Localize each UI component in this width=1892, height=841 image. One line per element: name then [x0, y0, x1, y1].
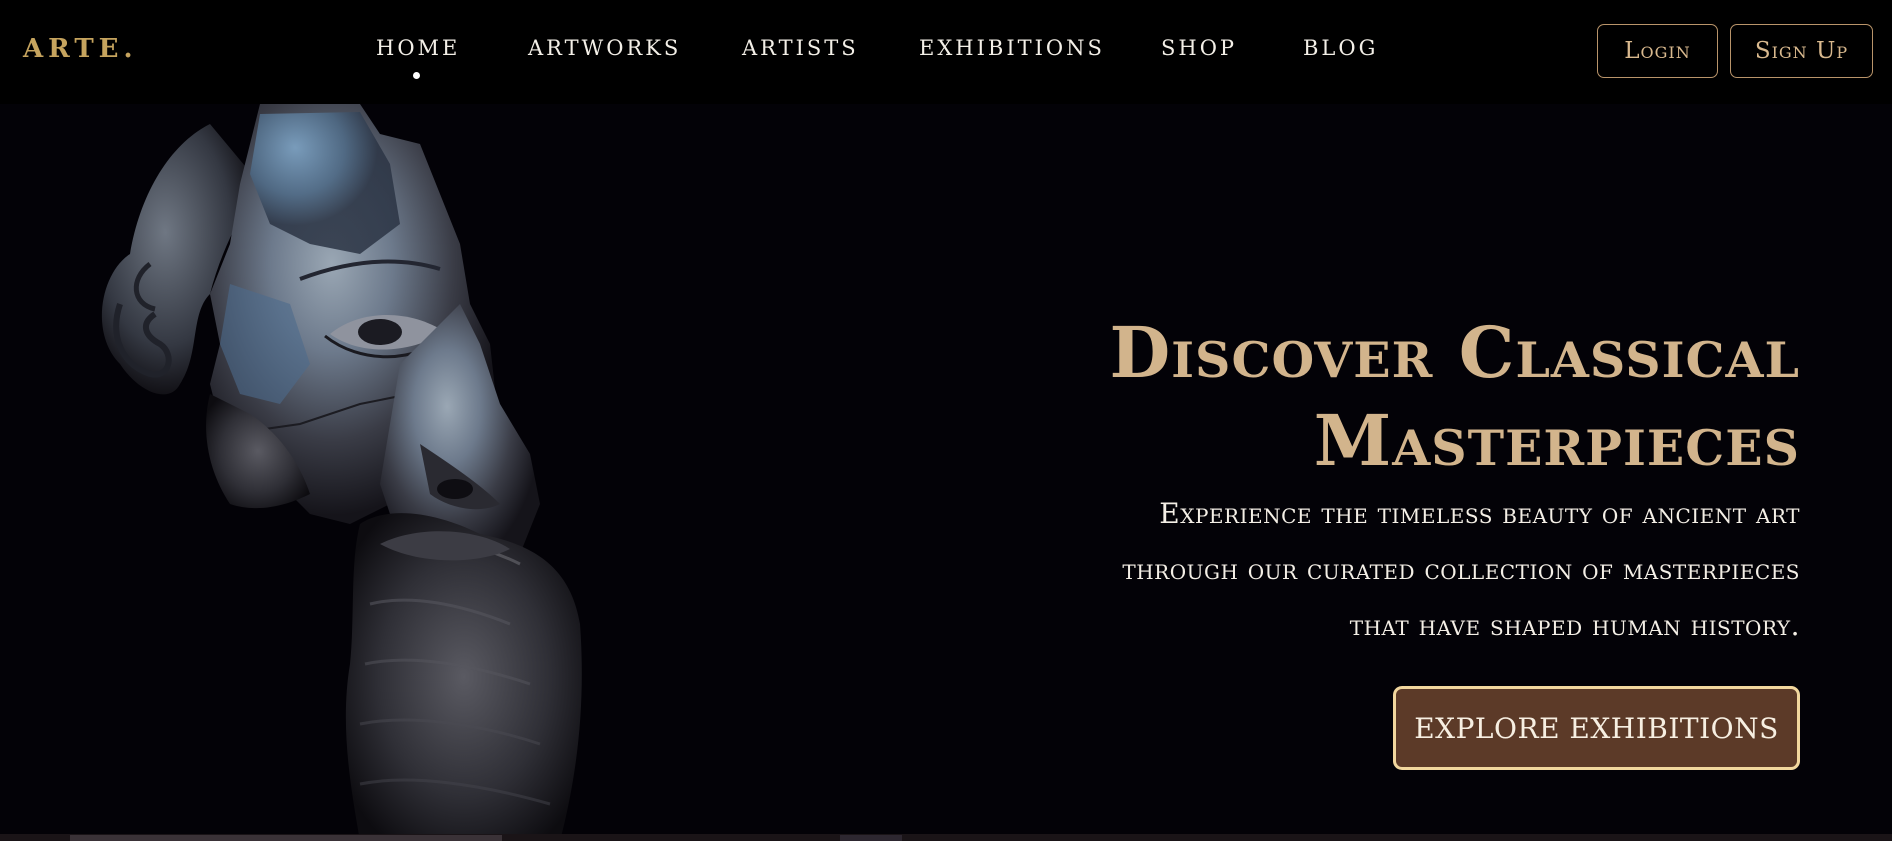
nav-item-exhibitions[interactable]: EXHIBITIONS [919, 36, 1105, 60]
active-nav-indicator [413, 72, 420, 79]
explore-exhibitions-button[interactable]: EXPLORE EXHIBITIONS [1393, 686, 1800, 770]
nav-item-home[interactable]: HOME [376, 36, 460, 60]
signup-button[interactable]: Sign Up [1730, 24, 1873, 78]
hero-section: Discover Classical Masterpieces Experien… [0, 104, 1892, 841]
hero-subtitle-line-2: through our curated collection of master… [1122, 553, 1800, 586]
hero-subtitle-line-1: Experience the timeless beauty of ancien… [1159, 497, 1800, 530]
scroll-indicator [840, 835, 902, 841]
nav-item-artists[interactable]: ARTISTS [742, 36, 859, 60]
hero-subtitle: Experience the timeless beauty of ancien… [900, 486, 1800, 654]
hero-title: Discover Classical Masterpieces [800, 309, 1800, 485]
hero-subtitle-line-3: that have shaped human history. [1349, 609, 1800, 642]
nav-item-shop[interactable]: SHOP [1161, 36, 1237, 60]
login-button[interactable]: Login [1597, 24, 1718, 78]
navbar: ARTE. HOME ARTWORKS ARTISTS EXHIBITIONS … [0, 0, 1892, 104]
page: ARTE. HOME ARTWORKS ARTISTS EXHIBITIONS … [0, 0, 1892, 841]
hero-title-line-2: Masterpieces [1313, 398, 1800, 482]
sculpture-image [101, 104, 582, 841]
horizontal-scrollbar-thumb[interactable] [70, 835, 502, 841]
nav-item-blog[interactable]: BLOG [1303, 36, 1378, 60]
hero-title-line-1: Discover Classical [1109, 310, 1800, 394]
nav-item-artworks[interactable]: ARTWORKS [528, 36, 681, 60]
